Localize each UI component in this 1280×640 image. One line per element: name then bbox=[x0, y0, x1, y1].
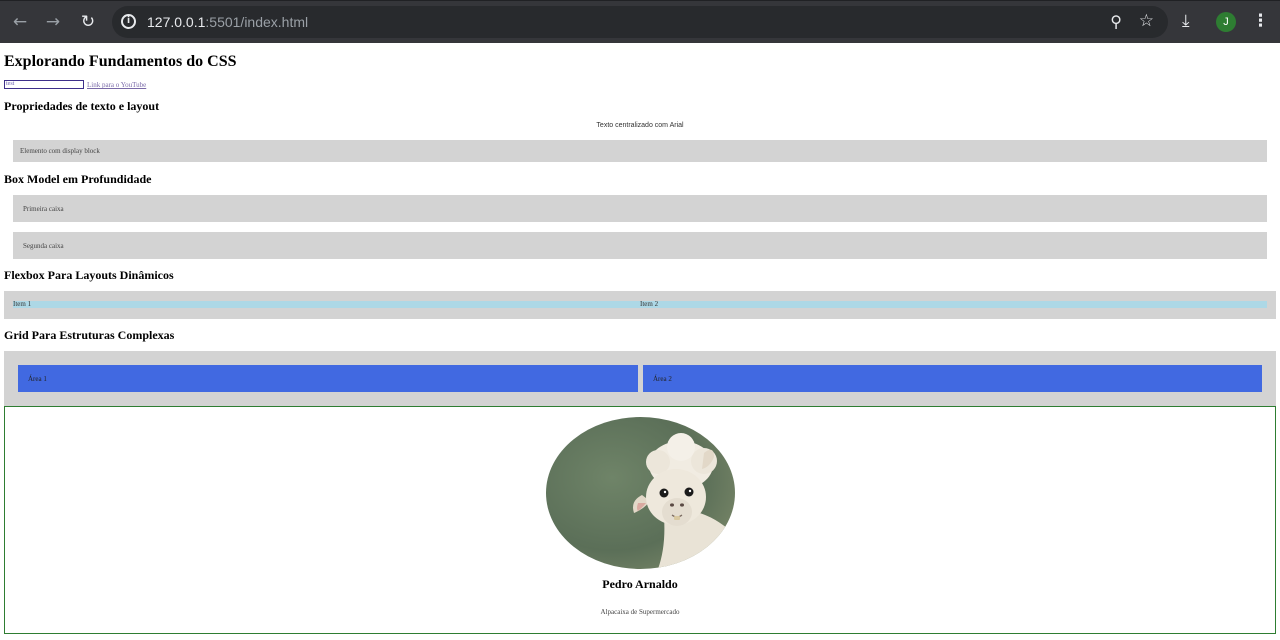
block-element-label: Elemento com display block bbox=[20, 147, 100, 155]
download-icon[interactable]: ⤓ bbox=[1182, 11, 1190, 31]
link-input[interactable]: test bbox=[4, 80, 84, 89]
reload-icon[interactable]: ↻ bbox=[77, 11, 99, 33]
page-content: Explorando Fundamentos do CSS test Link … bbox=[0, 43, 1280, 640]
section-title-box-model: Box Model em Profundidade bbox=[4, 172, 152, 186]
centered-arial-text: Texto centralizado com Arial bbox=[596, 122, 684, 129]
site-info-icon[interactable]: i bbox=[121, 14, 136, 29]
alpaca-photo bbox=[546, 417, 735, 569]
profile-role: Alpacaixa de Supermercado bbox=[600, 608, 680, 616]
second-box-label: Segunda caixa bbox=[23, 241, 64, 250]
section-title-flexbox: Flexbox Para Layouts Dinâmicos bbox=[4, 268, 174, 282]
address-bar[interactable]: i 127.0.0.1:5501/index.html ⚲ ☆ bbox=[112, 6, 1168, 38]
more-menu-icon[interactable]: ⋮ bbox=[1252, 11, 1269, 31]
youtube-link[interactable]: Link para o YouTube bbox=[87, 80, 146, 90]
first-box-label: Primeira caixa bbox=[23, 204, 64, 213]
first-box: Primeira caixa bbox=[13, 195, 1267, 222]
url-path: :5501/index.html bbox=[205, 14, 309, 30]
url-text[interactable]: 127.0.0.1:5501/index.html bbox=[147, 13, 308, 31]
section-title-grid: Grid Para Estruturas Complexas bbox=[4, 328, 175, 342]
second-box: Segunda caixa bbox=[13, 232, 1267, 259]
grid-area-2: Área 2 bbox=[643, 365, 1262, 392]
section-title-text-layout: Propriedades de texto e layout bbox=[4, 99, 160, 113]
page-title: Explorando Fundamentos do CSS bbox=[4, 53, 237, 70]
browser-toolbar: ← → ↻ i 127.0.0.1:5501/index.html ⚲ ☆ ⤓ … bbox=[0, 0, 1280, 43]
block-element-box: Elemento com display block bbox=[13, 140, 1267, 162]
flex-item-1: Item 1 bbox=[13, 300, 32, 308]
grid-area-2-label: Área 2 bbox=[653, 374, 672, 383]
grid-container: Área 1 Área 2 bbox=[4, 351, 1276, 407]
alpaca-illustration bbox=[546, 417, 735, 569]
flex-container: Item 1 Item 2 bbox=[4, 291, 1276, 319]
back-arrow-icon[interactable]: ← bbox=[9, 11, 31, 33]
zoom-icon[interactable]: ⚲ bbox=[1110, 13, 1122, 31]
forward-arrow-icon[interactable]: → bbox=[42, 11, 64, 33]
url-host: 127.0.0.1 bbox=[147, 14, 206, 30]
profile-name: Pedro Arnaldo bbox=[602, 577, 678, 591]
bookmark-star-icon[interactable]: ☆ bbox=[1139, 12, 1154, 31]
flex-item-2: Item 2 bbox=[640, 300, 659, 308]
grid-area-1-label: Área 1 bbox=[28, 374, 47, 383]
grid-area-1: Área 1 bbox=[18, 365, 638, 392]
profile-avatar[interactable]: J bbox=[1216, 12, 1236, 32]
profile-card: Pedro Arnaldo Alpacaixa de Supermercado bbox=[4, 406, 1276, 634]
